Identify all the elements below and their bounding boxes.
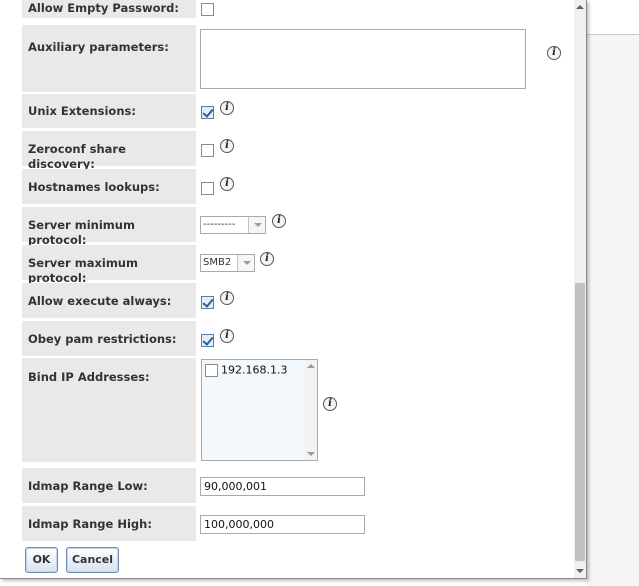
allow-empty-password-label: Allow Empty Password:: [28, 1, 179, 15]
zeroconf-checkbox[interactable]: [201, 144, 214, 157]
background-page: [587, 0, 639, 586]
unix-extensions-checkbox[interactable]: [201, 106, 214, 119]
server-min-protocol-select[interactable]: ---------: [200, 216, 266, 234]
server-max-protocol-label-cell: Server maximum protocol:: [22, 245, 196, 285]
info-icon[interactable]: i: [272, 214, 286, 228]
server-max-protocol-value: SMB2: [203, 257, 232, 268]
info-icon[interactable]: i: [260, 252, 274, 266]
scroll-down-button[interactable]: [574, 564, 586, 578]
hostnames-lookups-label-cell: Hostnames lookups:: [22, 169, 196, 204]
hostnames-lookups-checkbox[interactable]: [201, 182, 214, 195]
info-icon[interactable]: i: [220, 177, 234, 191]
chevron-up-icon[interactable]: [307, 364, 315, 368]
allow-empty-password-label-cell: Allow Empty Password:: [22, 0, 196, 18]
info-icon[interactable]: i: [323, 397, 337, 411]
info-icon[interactable]: i: [220, 329, 234, 343]
server-min-protocol-label-cell: Server minimum protocol:: [22, 207, 196, 247]
list-item[interactable]: 192.168.1.3: [205, 363, 287, 377]
idmap-high-label-cell: Idmap Range High:: [22, 506, 196, 541]
allow-empty-password-checkbox[interactable]: [201, 3, 214, 16]
bind-ip-label-cell: Bind IP Addresses:: [22, 358, 196, 462]
auxiliary-parameters-label-cell: Auxiliary parameters:: [22, 25, 196, 92]
chevron-down-icon[interactable]: [237, 255, 254, 271]
idmap-low-label-cell: Idmap Range Low:: [22, 468, 196, 503]
scroll-up-button[interactable]: [574, 0, 586, 14]
idmap-high-label: Idmap Range High:: [28, 517, 152, 531]
listbox-scrollbar[interactable]: [305, 360, 317, 460]
unix-extensions-label: Unix Extensions:: [28, 104, 136, 118]
bind-ip-listbox[interactable]: 192.168.1.3: [201, 359, 318, 461]
server-min-protocol-label: Server minimum protocol:: [28, 218, 135, 247]
cancel-button[interactable]: Cancel: [66, 547, 119, 573]
auxiliary-parameters-textarea[interactable]: [200, 29, 526, 89]
bind-ip-option-label: 192.168.1.3: [221, 363, 288, 377]
server-min-protocol-value: ---------: [203, 219, 236, 230]
bind-ip-option-checkbox[interactable]: [205, 363, 218, 377]
idmap-high-input[interactable]: 100,000,000: [200, 515, 365, 534]
server-max-protocol-label: Server maximum protocol:: [28, 256, 138, 285]
info-icon[interactable]: i: [547, 46, 561, 60]
chevron-down-icon[interactable]: [248, 217, 265, 233]
dialog-scrollbar[interactable]: [574, 0, 586, 578]
zeroconf-label-cell: Zeroconf share discovery:: [22, 131, 196, 171]
scrollbar-thumb[interactable]: [575, 283, 585, 561]
chevron-down-icon: [576, 569, 584, 573]
info-icon[interactable]: i: [220, 101, 234, 115]
bind-ip-label: Bind IP Addresses:: [28, 370, 150, 384]
chevron-up-icon: [576, 5, 584, 9]
obey-pam-checkbox[interactable]: [201, 334, 214, 347]
obey-pam-label-cell: Obey pam restrictions:: [22, 321, 196, 356]
background-panel: [587, 35, 639, 586]
hostnames-lookups-label: Hostnames lookups:: [28, 180, 160, 194]
info-icon[interactable]: i: [220, 139, 234, 153]
idmap-low-input[interactable]: 90,000,001: [200, 477, 365, 496]
auxiliary-parameters-label: Auxiliary parameters:: [28, 40, 169, 54]
allow-execute-always-label-cell: Allow execute always:: [22, 283, 196, 318]
chevron-down-icon[interactable]: [307, 452, 315, 456]
server-max-protocol-select[interactable]: SMB2: [200, 254, 255, 272]
zeroconf-label: Zeroconf share discovery:: [28, 142, 126, 171]
obey-pam-label: Obey pam restrictions:: [28, 332, 177, 346]
allow-execute-always-checkbox[interactable]: [201, 296, 214, 309]
allow-execute-always-label: Allow execute always:: [28, 294, 172, 308]
unix-extensions-label-cell: Unix Extensions:: [22, 94, 196, 128]
info-icon[interactable]: i: [220, 291, 234, 305]
idmap-low-label: Idmap Range Low:: [28, 479, 148, 493]
ok-button[interactable]: OK: [25, 547, 58, 573]
settings-dialog: Allow Empty Password: Auxiliary paramete…: [0, 0, 587, 579]
